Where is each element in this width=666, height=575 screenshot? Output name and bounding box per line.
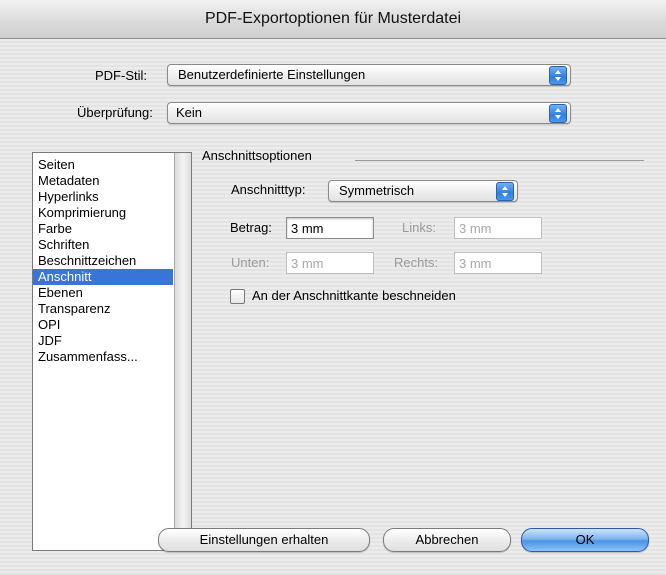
sidebar-item-metadaten[interactable]: Metadaten bbox=[33, 173, 173, 189]
sidebar-list[interactable]: Seiten Metadaten Hyperlinks Komprimierun… bbox=[32, 152, 192, 551]
cancel-button[interactable]: Abbrechen bbox=[383, 528, 511, 552]
betrag-value: 3 mm bbox=[291, 221, 324, 236]
sidebar-item-jdf[interactable]: JDF bbox=[33, 333, 173, 349]
window-title: PDF-Exportoptionen für Musterdatei bbox=[0, 0, 666, 39]
sidebar-scrollbar[interactable] bbox=[174, 153, 191, 550]
sidebar-item-opi[interactable]: OPI bbox=[33, 317, 173, 333]
rechts-label: Rechts: bbox=[394, 255, 439, 270]
rechts-field[interactable]: 3 mm bbox=[454, 252, 542, 274]
betrag-field[interactable]: 3 mm bbox=[286, 217, 374, 239]
sidebar-item-schriften[interactable]: Schriften bbox=[33, 237, 173, 253]
save-settings-button[interactable]: Einstellungen erhalten bbox=[158, 528, 370, 552]
pdf-stil-label: PDF-Stil: bbox=[95, 68, 147, 83]
sidebar-item-hyperlinks[interactable]: Hyperlinks bbox=[33, 189, 173, 205]
sidebar-item-farbe[interactable]: Farbe bbox=[33, 221, 173, 237]
sidebar-item-seiten[interactable]: Seiten bbox=[33, 157, 173, 173]
sidebar-item-beschnittzeichen[interactable]: Beschnittzeichen bbox=[33, 253, 173, 269]
unten-field[interactable]: 3 mm bbox=[286, 252, 374, 274]
sidebar-item-ebenen[interactable]: Ebenen bbox=[33, 285, 173, 301]
anschnitttyp-value: Symmetrisch bbox=[339, 183, 415, 198]
sidebar-item-zusammenfassung[interactable]: Zusammenfass... bbox=[33, 349, 173, 365]
rechts-value: 3 mm bbox=[459, 256, 492, 271]
group-divider bbox=[355, 160, 644, 161]
popup-arrows-icon bbox=[496, 182, 514, 201]
sidebar-item-transparenz[interactable]: Transparenz bbox=[33, 301, 173, 317]
betrag-label: Betrag: bbox=[230, 220, 272, 235]
clip-bleed-label[interactable]: An der Anschnittkante beschneiden bbox=[252, 288, 456, 303]
clip-bleed-checkbox[interactable] bbox=[230, 289, 245, 304]
ueberpruefung-value: Kein bbox=[176, 105, 203, 120]
ueberpruefung-popup[interactable]: Kein bbox=[167, 102, 571, 124]
links-field[interactable]: 3 mm bbox=[454, 217, 542, 239]
pdf-stil-value: Benutzerdefinierte Einstellungen bbox=[178, 67, 366, 82]
ueberpruefung-label: Überprüfung: bbox=[77, 105, 153, 120]
anschnitttyp-popup[interactable]: Symmetrisch bbox=[328, 180, 518, 202]
links-value: 3 mm bbox=[459, 221, 492, 236]
popup-arrows-icon bbox=[549, 104, 567, 123]
anschnittsoptionen-title: Anschnittsoptionen bbox=[202, 148, 312, 163]
popup-arrows-icon bbox=[549, 66, 567, 85]
links-label: Links: bbox=[402, 220, 436, 235]
sidebar-item-anschnitt[interactable]: Anschnitt bbox=[33, 269, 173, 285]
sidebar-item-komprimierung[interactable]: Komprimierung bbox=[33, 205, 173, 221]
unten-value: 3 mm bbox=[291, 256, 324, 271]
anschnitttyp-label: Anschnitttyp: bbox=[231, 182, 306, 197]
ok-button[interactable]: OK bbox=[521, 528, 649, 552]
unten-label: Unten: bbox=[231, 255, 270, 270]
pdf-stil-popup[interactable]: Benutzerdefinierte Einstellungen bbox=[167, 64, 571, 86]
